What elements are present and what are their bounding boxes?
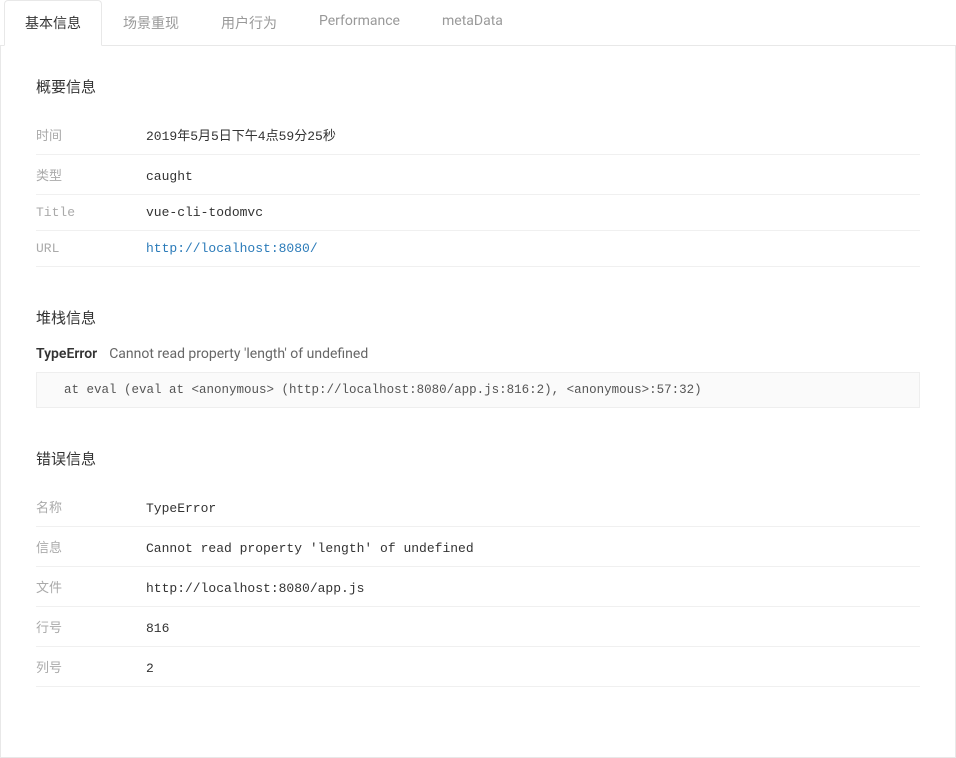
summary-title: 概要信息 (36, 76, 920, 97)
stack-title: 堆栈信息 (36, 307, 920, 328)
tab-basic-info[interactable]: 基本信息 (4, 0, 102, 46)
error-label-message: 信息 (36, 537, 146, 556)
error-row-name: 名称 TypeError (36, 487, 920, 527)
stack-header: TypeError Cannot read property 'length' … (36, 346, 920, 362)
tab-scene-replay[interactable]: 场景重现 (102, 0, 200, 46)
stack-error-message: Cannot read property 'length' of undefin… (109, 346, 368, 362)
error-value-message: Cannot read property 'length' of undefin… (146, 541, 474, 556)
summary-row-url: URL http://localhost:8080/ (36, 231, 920, 267)
error-label-line: 行号 (36, 617, 146, 636)
summary-label-title: Title (36, 205, 146, 220)
summary-label-url: URL (36, 241, 146, 256)
summary-row-time: 时间 2019年5月5日下午4点59分25秒 (36, 115, 920, 155)
error-value-line: 816 (146, 621, 169, 636)
tab-user-behavior[interactable]: 用户行为 (200, 0, 298, 46)
error-value-file: http://localhost:8080/app.js (146, 581, 364, 596)
stack-section: 堆栈信息 TypeError Cannot read property 'len… (36, 307, 920, 408)
summary-value-type: caught (146, 169, 193, 184)
summary-label-type: 类型 (36, 165, 146, 184)
error-value-column: 2 (146, 661, 154, 676)
error-title: 错误信息 (36, 448, 920, 469)
summary-value-url[interactable]: http://localhost:8080/ (146, 241, 318, 256)
error-row-line: 行号 816 (36, 607, 920, 647)
summary-row-title: Title vue-cli-todomvc (36, 195, 920, 231)
stack-error-type: TypeError (36, 346, 97, 362)
tabs-bar: 基本信息 场景重现 用户行为 Performance metaData (0, 0, 956, 46)
tab-performance[interactable]: Performance (298, 0, 421, 46)
summary-row-type: 类型 caught (36, 155, 920, 195)
error-section: 错误信息 名称 TypeError 信息 Cannot read propert… (36, 448, 920, 687)
summary-value-title: vue-cli-todomvc (146, 205, 263, 220)
summary-label-time: 时间 (36, 125, 146, 144)
error-label-file: 文件 (36, 577, 146, 596)
tab-content: 概要信息 时间 2019年5月5日下午4点59分25秒 类型 caught Ti… (0, 46, 956, 758)
stack-trace: at eval (eval at <anonymous> (http://loc… (36, 372, 920, 408)
error-label-column: 列号 (36, 657, 146, 676)
error-value-name: TypeError (146, 501, 216, 516)
error-row-message: 信息 Cannot read property 'length' of unde… (36, 527, 920, 567)
tab-metadata[interactable]: metaData (421, 0, 524, 46)
summary-section: 概要信息 时间 2019年5月5日下午4点59分25秒 类型 caught Ti… (36, 76, 920, 267)
summary-value-time: 2019年5月5日下午4点59分25秒 (146, 125, 336, 144)
error-row-column: 列号 2 (36, 647, 920, 687)
error-label-name: 名称 (36, 497, 146, 516)
error-row-file: 文件 http://localhost:8080/app.js (36, 567, 920, 607)
